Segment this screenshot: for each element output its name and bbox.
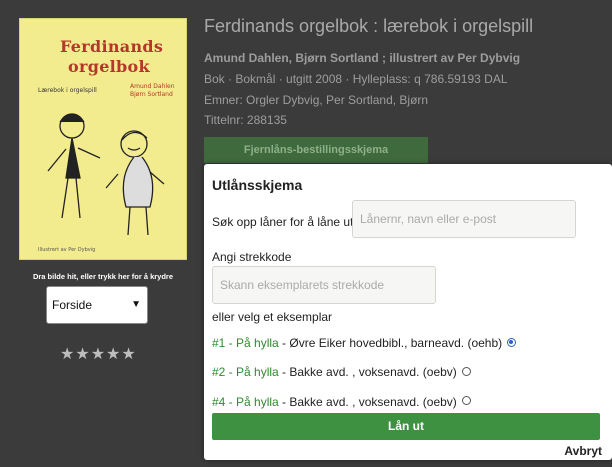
chevron-down-icon: ▼	[131, 299, 141, 310]
copy-status: #2 - På hylla	[212, 365, 279, 379]
modal-title: Utlånsskjema	[212, 177, 303, 193]
cover-authors: Amund Dahlen Bjørn Sortland	[130, 83, 175, 99]
page-select-value: Forside	[52, 298, 93, 312]
copy-option-1[interactable]: #1 - På hylla - Øvre Eiker hovedbibl., b…	[212, 336, 502, 350]
copy-radio-2[interactable]	[462, 367, 471, 376]
lending-modal: Utlånsskjema Søk opp låner for å låne ut…	[204, 164, 612, 460]
cover-subtitle: Lærebok i orgelspill	[38, 87, 97, 94]
book-subjects: Emner: Orgler Dybvig, Per Sortland, Bjør…	[204, 93, 429, 107]
cancel-link[interactable]: Avbryt	[564, 444, 602, 458]
book-title-number: Tittelnr: 288135	[204, 113, 287, 127]
copy-radio-1[interactable]	[507, 338, 516, 347]
cover-title-line1: Ferdinands	[60, 37, 164, 56]
borrower-label: Søk opp låner for å låne ut	[212, 215, 354, 229]
barcode-input[interactable]: Skann eksemplarets strekkode	[212, 266, 436, 304]
cover-author-1: Amund Dahlen	[130, 83, 175, 90]
lend-button[interactable]: Lån ut	[212, 413, 600, 440]
borrower-search-input[interactable]: Lånernr, navn eller e-post	[352, 200, 576, 238]
cover-illustrator: Illustrert av Per Dybvig	[38, 247, 96, 253]
book-authors: Amund Dahlen, Bjørn Sortland ; illustrer…	[204, 51, 521, 65]
cover-illustration	[47, 113, 165, 236]
book-cover[interactable]: Ferdinands orgelbok Lærebok i orgelspill…	[19, 18, 187, 260]
copy-option-2[interactable]: #2 - På hylla - Bakke avd. , voksenavd. …	[212, 365, 457, 379]
copy-location: - Bakke avd. , voksenavd. (oebv)	[278, 365, 457, 379]
or-select-copy-label: eller velg et eksemplar	[212, 310, 333, 324]
cover-author-2: Bjørn Sortland	[130, 91, 173, 98]
rating-stars[interactable]: ★★★★★	[60, 344, 137, 363]
book-meta: Bok · Bokmål · utgitt 2008 · Hylleplass:…	[204, 72, 508, 86]
image-drop-hint[interactable]: Dra bilde hit, eller trykk her for å kry…	[0, 272, 206, 281]
copy-location: - Bakke avd. , voksenavd. (oebv)	[278, 395, 457, 409]
barcode-label: Angi strekkode	[212, 250, 292, 264]
page-select[interactable]: Forside ▼	[46, 286, 148, 324]
cover-title-line2: orgelbok	[68, 57, 150, 76]
copy-status: #4 - På hylla	[212, 395, 279, 409]
book-title: Ferdinands orgelbok : lærebok i orgelspi…	[204, 16, 534, 36]
copy-option-3[interactable]: #4 - På hylla - Bakke avd. , voksenavd. …	[212, 395, 457, 409]
copy-status: #1 - På hylla	[212, 336, 279, 350]
copy-radio-3[interactable]	[462, 396, 471, 405]
ill-order-button[interactable]: Fjernlåns-bestillingsskjema	[204, 137, 428, 163]
copy-location: - Øvre Eiker hovedbibl., barneavd. (oehb…	[278, 336, 503, 350]
